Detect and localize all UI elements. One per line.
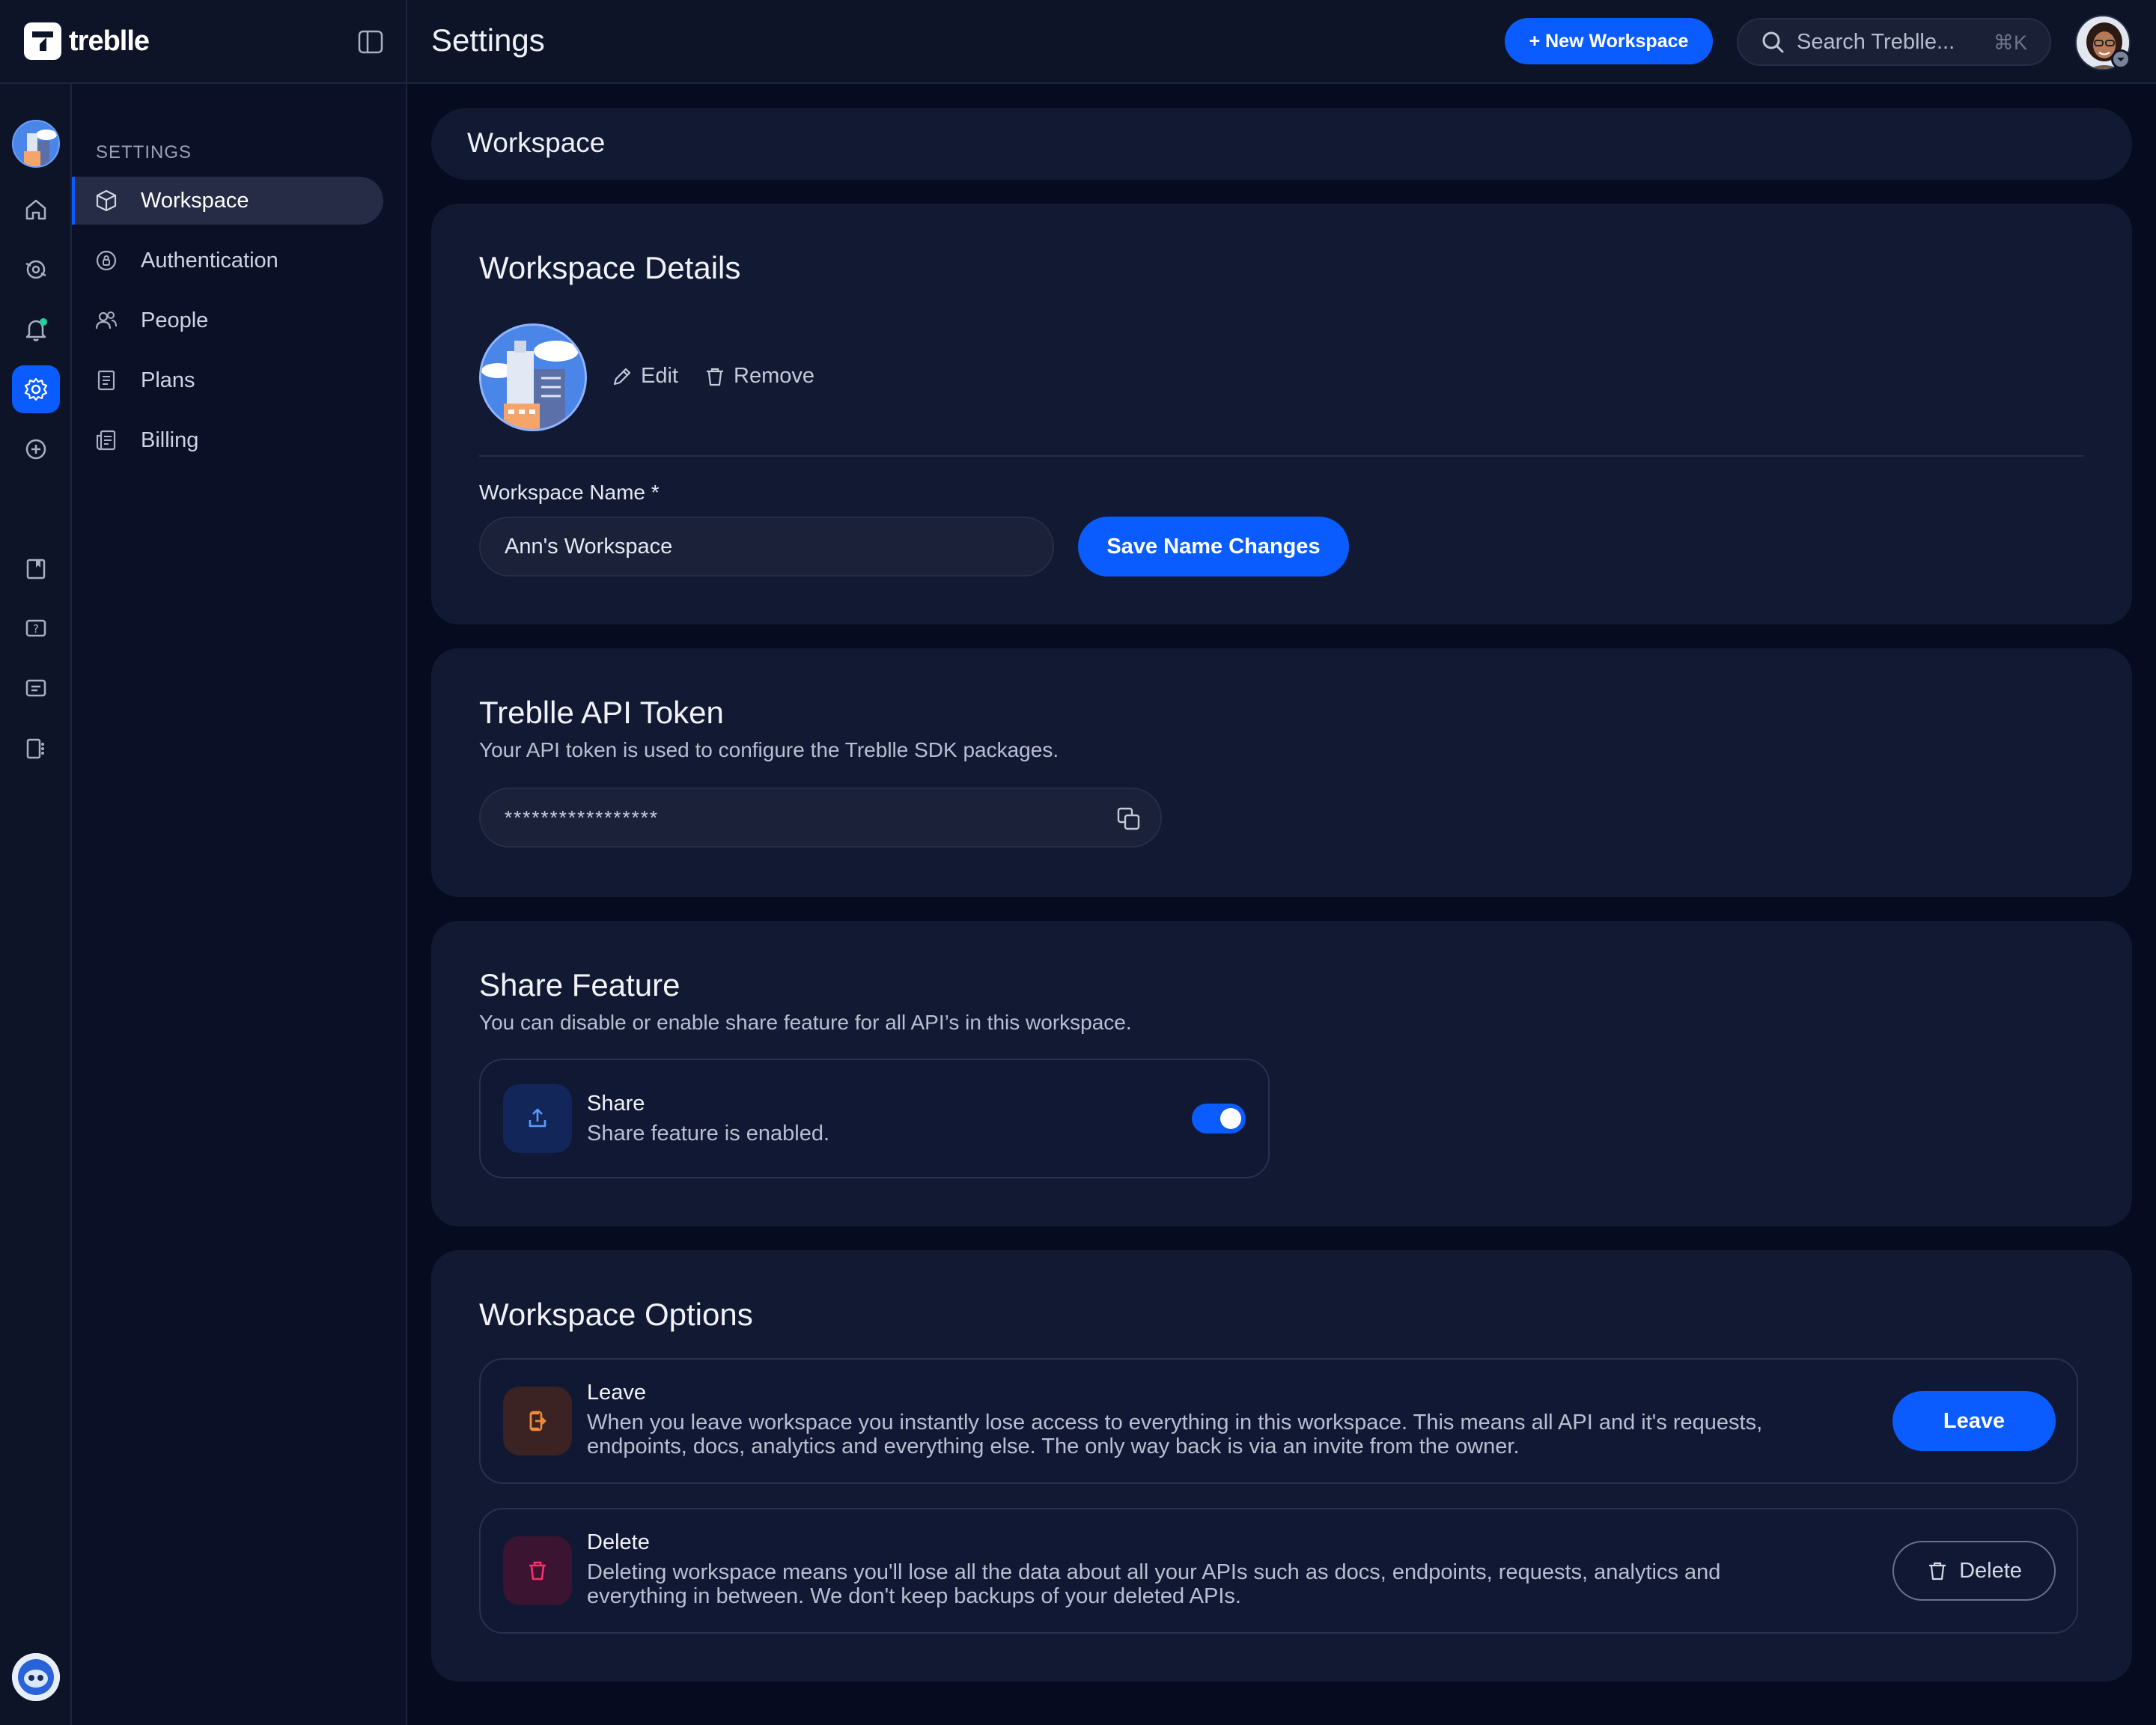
treblle-logo[interactable]: treblle [24, 22, 150, 60]
sidebar-item-label: Billing [141, 428, 199, 452]
api-token-card: Treblle API Token Your API token is used… [431, 648, 2132, 897]
treblle-logo-icon [24, 22, 61, 60]
delete-trash-icon [503, 1536, 572, 1605]
sidebar-item-label: People [141, 308, 209, 332]
api-token-value: ***************** [505, 806, 660, 829]
workspace-avatar[interactable] [479, 323, 587, 431]
people-icon [95, 311, 117, 329]
api-icon[interactable] [12, 246, 60, 293]
leave-option-title: Leave [587, 1381, 647, 1405]
brand-name: treblle [69, 25, 150, 57]
workspace-details-card: Workspace Details Edit Remove Workspace … [431, 204, 2132, 624]
edit-label: Edit [641, 364, 678, 388]
svg-text:?: ? [33, 622, 39, 636]
delete-option-title: Delete [587, 1530, 650, 1554]
remove-label: Remove [734, 364, 814, 388]
share-option: Share Share feature is enabled. [479, 1059, 1270, 1178]
delete-option: Delete Deleting workspace means you'll l… [479, 1508, 2078, 1634]
leave-option: Leave When you leave workspace you insta… [479, 1358, 2078, 1484]
card-description: Your API token is used to configure the … [479, 738, 1059, 761]
new-workspace-button[interactable]: + New Workspace [1505, 18, 1713, 64]
chat-icon[interactable] [12, 665, 60, 713]
share-toggle[interactable] [1192, 1104, 1246, 1134]
section-title: Workspace [467, 127, 606, 158]
cube-icon [96, 189, 117, 212]
sidebar-item-authentication[interactable]: Authentication [72, 237, 383, 285]
delete-option-description-line-2: everything in between. We don't keep bac… [587, 1584, 1241, 1608]
icon-rail: ? [0, 84, 72, 1725]
sidebar-item-billing[interactable]: Billing [72, 416, 383, 464]
share-option-status: Share feature is enabled. [587, 1122, 830, 1146]
account-menu-chevron-icon[interactable] [2111, 49, 2131, 69]
home-icon[interactable] [12, 186, 60, 234]
card-description: You can disable or enable share feature … [479, 1011, 1132, 1034]
bookmark-icon[interactable] [12, 545, 60, 593]
copy-icon[interactable] [1115, 806, 1142, 833]
search-icon [1762, 31, 1784, 53]
share-feature-card: Share Feature You can disable or enable … [431, 921, 2132, 1226]
delete-button-label: Delete [1959, 1558, 2022, 1583]
delete-button[interactable]: Delete [1892, 1541, 2056, 1601]
receipt-icon [96, 430, 116, 451]
api-token-field[interactable]: ***************** [479, 788, 1162, 848]
share-upload-icon [503, 1084, 572, 1153]
sidebar-item-label: Workspace [141, 188, 249, 213]
document-list-icon [97, 370, 115, 391]
toggle-knob [1220, 1108, 1241, 1129]
leave-option-description-line-1: When you leave workspace you instantly l… [587, 1411, 1763, 1435]
topbar-divider [406, 0, 407, 84]
workspace-name-label: Workspace Name * [479, 481, 660, 504]
settings-sidebar: SETTINGS Workspace Authentication People… [72, 84, 407, 1725]
sidebar-heading: SETTINGS [96, 142, 192, 162]
remove-avatar-button[interactable]: Remove [704, 364, 814, 389]
pencil-icon [613, 368, 631, 385]
divider [479, 455, 2084, 457]
help-icon[interactable]: ? [12, 605, 60, 653]
sidebar-item-label: Authentication [141, 248, 278, 273]
search-bar[interactable]: Search Treblle... ⌘K [1737, 18, 2051, 66]
card-title: Workspace Options [479, 1297, 753, 1332]
workspace-header: Workspace [431, 108, 2132, 180]
shield-lock-icon [96, 250, 117, 271]
workspace-name-input[interactable]: Ann's Workspace [479, 517, 1054, 576]
leave-exit-icon [503, 1387, 572, 1455]
workspace-options-card: Workspace Options Leave When you leave w… [431, 1250, 2132, 1682]
sidebar-item-people[interactable]: People [72, 296, 383, 344]
delete-option-description-line-1: Deleting workspace means you'll lose all… [587, 1560, 1721, 1584]
card-title: Treblle API Token [479, 695, 724, 730]
bell-icon[interactable] [12, 305, 60, 353]
search-shortcut: ⌘K [1993, 31, 2027, 54]
assistant-avatar[interactable] [12, 1653, 60, 1701]
sidebar-item-plans[interactable]: Plans [72, 356, 383, 404]
sidebar-item-workspace[interactable]: Workspace [72, 177, 383, 225]
workspace-switcher-avatar[interactable] [12, 120, 60, 168]
card-title: Workspace Details [479, 250, 741, 285]
grid-icon[interactable] [12, 725, 60, 773]
sidebar-collapse-icon[interactable] [358, 30, 383, 54]
edit-avatar-button[interactable]: Edit [611, 364, 678, 389]
share-option-title: Share [587, 1092, 645, 1116]
card-title: Share Feature [479, 967, 680, 1003]
leave-option-description-line-2: endpoints, docs, analytics and everythin… [587, 1435, 1520, 1458]
sidebar-item-label: Plans [141, 368, 195, 392]
trash-icon [707, 368, 723, 386]
trash-icon [1929, 1562, 1946, 1581]
search-placeholder: Search Treblle... [1797, 29, 1955, 54]
leave-button[interactable]: Leave [1892, 1391, 2056, 1451]
save-name-button[interactable]: Save Name Changes [1078, 517, 1349, 576]
top-bar: treblle Settings + New Workspace Search … [0, 0, 2156, 84]
plus-circle-icon[interactable] [12, 425, 60, 473]
page-title: Settings [431, 22, 545, 58]
gear-icon[interactable] [12, 365, 60, 413]
